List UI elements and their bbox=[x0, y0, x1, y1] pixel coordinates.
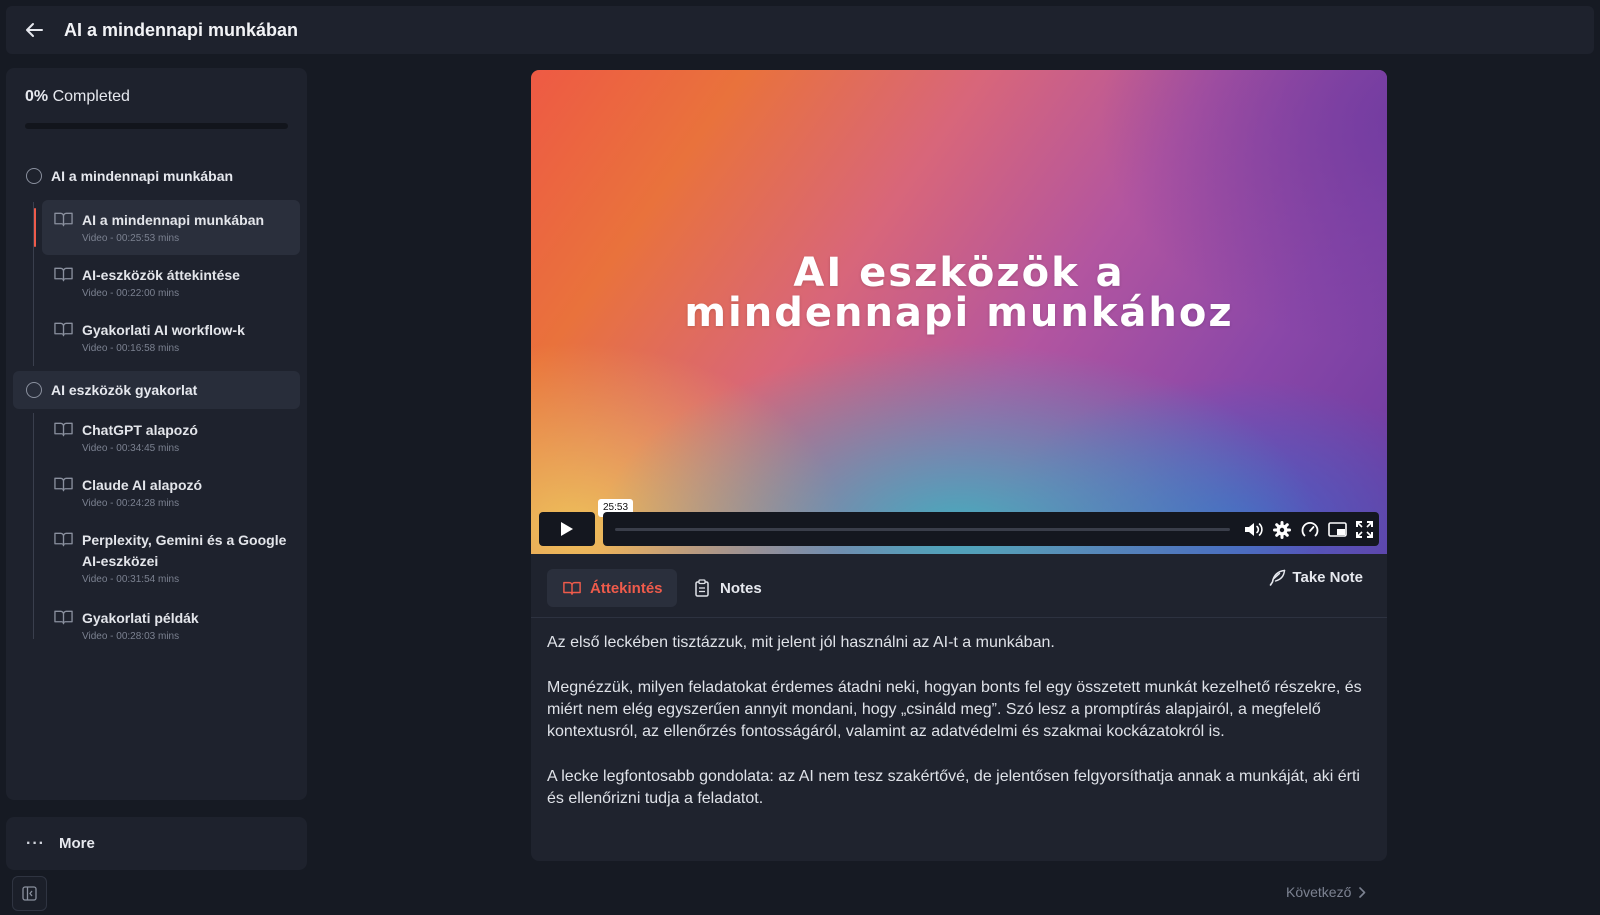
lesson-title: ChatGPT alapozó bbox=[82, 422, 198, 438]
take-note-button[interactable]: Take Note bbox=[1269, 564, 1363, 590]
sidebar-collapse-icon bbox=[22, 886, 37, 901]
book-open-icon bbox=[54, 422, 73, 437]
feather-icon bbox=[1270, 569, 1286, 586]
lesson-item[interactable]: Gyakorlati AI workflow-k Video - 00:16:5… bbox=[42, 310, 300, 365]
video-player[interactable]: AI eszközök a mindennapi munkához 25:53 bbox=[531, 70, 1387, 554]
overview-paragraph: Az első leckében tisztázzuk, mit jelent … bbox=[547, 634, 1055, 651]
section-header[interactable]: AI eszközök gyakorlat bbox=[13, 371, 300, 409]
take-note-label: Take Note bbox=[1292, 568, 1363, 586]
lesson-title: Perplexity, Gemini és a Google AI-eszköz… bbox=[82, 532, 287, 569]
play-button[interactable] bbox=[539, 512, 595, 546]
ellipsis-icon: ··· bbox=[26, 834, 45, 852]
back-button[interactable] bbox=[12, 6, 56, 54]
picture-in-picture-icon bbox=[1328, 521, 1347, 537]
next-button[interactable]: Következő bbox=[1286, 884, 1366, 900]
book-open-icon bbox=[54, 532, 73, 547]
section-status-icon bbox=[26, 168, 42, 184]
progress-bar bbox=[25, 123, 288, 129]
lesson-title: AI a mindennapi munkában bbox=[82, 212, 265, 228]
progress-label: 0% Completed bbox=[25, 88, 130, 106]
book-open-icon bbox=[54, 610, 73, 625]
tab-label: Notes bbox=[720, 579, 762, 597]
book-open-icon bbox=[54, 212, 73, 227]
seek-bar[interactable] bbox=[615, 528, 1230, 531]
tab-overview[interactable]: Áttekintés bbox=[547, 569, 677, 607]
arrow-left-icon bbox=[26, 23, 43, 37]
section-title: AI a mindennapi munkában bbox=[51, 168, 234, 184]
lesson-title: Gyakorlati AI workflow-k bbox=[82, 322, 245, 338]
play-icon bbox=[561, 522, 573, 536]
section-title: AI eszközök gyakorlat bbox=[51, 382, 198, 398]
book-open-icon bbox=[54, 322, 73, 337]
book-open-icon bbox=[54, 267, 73, 282]
video-title: AI eszközök a mindennapi munkához bbox=[531, 253, 1387, 333]
course-sidebar: 0% Completed AI a mindennapi munkában AI… bbox=[6, 68, 307, 800]
page-title: AI a mindennapi munkában bbox=[64, 19, 299, 40]
lesson-item[interactable]: AI-eszközök áttekintése Video - 00:22:00… bbox=[42, 255, 300, 310]
clipboard-icon bbox=[695, 579, 709, 597]
more-label: More bbox=[58, 835, 95, 852]
lesson-content-card: AI eszközök a mindennapi munkához 25:53 bbox=[531, 70, 1387, 861]
lesson-item[interactable]: ChatGPT alapozó Video - 00:34:45 mins bbox=[42, 410, 300, 465]
lesson-meta: Video - 00:22:00 mins bbox=[82, 288, 180, 299]
top-bar: AI a mindennapi munkában bbox=[6, 6, 1594, 54]
lesson-title: Claude AI alapozó bbox=[82, 477, 203, 493]
next-label: Következő bbox=[1286, 884, 1352, 900]
playback-speed-button[interactable] bbox=[1300, 520, 1319, 539]
volume-button[interactable] bbox=[1244, 520, 1263, 539]
lesson-item[interactable]: Gyakorlati példák Video - 00:28:03 mins bbox=[42, 598, 300, 653]
lesson-meta: Video - 00:34:45 mins bbox=[82, 443, 180, 454]
gear-icon bbox=[1272, 520, 1291, 539]
book-open-icon bbox=[563, 581, 581, 596]
section-status-icon bbox=[26, 382, 42, 398]
chevron-right-icon bbox=[1359, 886, 1366, 898]
overview-text: Az első leckében tisztázzuk, mit jelent … bbox=[547, 632, 1373, 833]
lesson-item[interactable]: Claude AI alapozó Video - 00:24:28 mins bbox=[42, 465, 300, 520]
lesson-meta: Video - 00:25:53 mins bbox=[82, 233, 180, 244]
overview-paragraph: Megnézzük, milyen feladatokat érdemes át… bbox=[547, 679, 1362, 740]
content-tabs: Áttekintés Notes Take Note bbox=[531, 554, 1387, 618]
video-title-line: mindennapi munkához bbox=[684, 290, 1234, 336]
volume-icon bbox=[1245, 523, 1263, 536]
more-button[interactable]: ··· More bbox=[6, 817, 307, 870]
sidebar-collapse-button[interactable] bbox=[12, 876, 47, 911]
lesson-title: Gyakorlati példák bbox=[82, 610, 199, 626]
overview-paragraph: A lecke legfontosabb gondolata: az AI ne… bbox=[547, 768, 1360, 807]
picture-in-picture-button[interactable] bbox=[1328, 520, 1347, 539]
tab-label: Áttekintés bbox=[590, 579, 663, 597]
settings-button[interactable] bbox=[1272, 520, 1291, 539]
video-control-bar bbox=[603, 512, 1379, 546]
speedometer-icon bbox=[1301, 521, 1318, 536]
lesson-meta: Video - 00:24:28 mins bbox=[82, 498, 180, 509]
lesson-item[interactable]: Perplexity, Gemini és a Google AI-eszköz… bbox=[42, 520, 300, 598]
progress-percent: 0% bbox=[25, 88, 49, 105]
fullscreen-icon bbox=[1356, 521, 1373, 538]
lesson-meta: Video - 00:28:03 mins bbox=[82, 631, 180, 642]
book-open-icon bbox=[54, 477, 73, 492]
lesson-meta: Video - 00:31:54 mins bbox=[82, 574, 180, 585]
lesson-title: AI-eszközök áttekintése bbox=[82, 267, 240, 283]
fullscreen-button[interactable] bbox=[1355, 520, 1374, 539]
lesson-item[interactable]: AI a mindennapi munkában Video - 00:25:5… bbox=[34, 200, 300, 255]
section-header[interactable]: AI a mindennapi munkában bbox=[13, 157, 300, 195]
progress-text: Completed bbox=[52, 88, 130, 105]
video-title-line: AI eszközök a bbox=[793, 250, 1125, 296]
lesson-tree-line bbox=[33, 413, 34, 639]
tab-notes[interactable]: Notes bbox=[677, 569, 776, 607]
lesson-meta: Video - 00:16:58 mins bbox=[82, 343, 180, 354]
